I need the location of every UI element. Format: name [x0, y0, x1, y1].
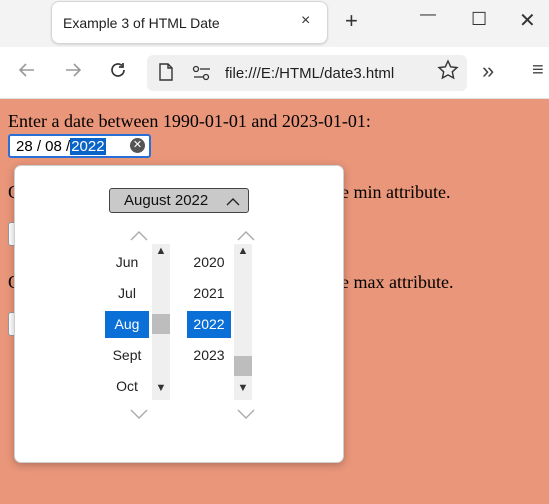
year-item-2020[interactable]: 2020 [187, 249, 231, 276]
month-item-sept[interactable]: Sept [105, 342, 149, 369]
year-item-2021[interactable]: 2021 [187, 280, 231, 307]
month-up-icon[interactable] [130, 228, 148, 246]
back-icon[interactable] [17, 60, 37, 86]
month-scroll-up-icon[interactable]: ▲ [152, 245, 170, 261]
star-icon[interactable] [437, 59, 459, 87]
close-window-button[interactable]: ✕ [519, 8, 536, 33]
forward-icon[interactable] [63, 60, 83, 86]
min-line-right: e min attribute. [341, 182, 451, 202]
year-scrollbar[interactable]: ▲ ▼ [234, 244, 252, 400]
address-bar[interactable]: file:///E:/HTML/date3.html [147, 55, 467, 91]
toolbar: file:///E:/HTML/date3.html » ≡ [0, 47, 549, 99]
url-text[interactable]: file:///E:/HTML/date3.html [225, 65, 394, 82]
month-year-toggle-button[interactable]: August 2022 [109, 188, 249, 213]
close-tab-icon[interactable]: × [301, 12, 310, 30]
overflow-icon[interactable]: » [482, 58, 494, 84]
year-scroll-down-icon[interactable]: ▼ [234, 382, 252, 398]
datepicker-popup: August 2022 Jun Jul Aug Sept Oct ▲ ▼ 202… [14, 165, 344, 463]
date-day-month[interactable]: 28 / 08 / [16, 138, 70, 155]
new-tab-button[interactable]: + [345, 8, 358, 34]
month-item-jun[interactable]: Jun [105, 249, 149, 276]
date-value[interactable]: 28 / 08 /2022 [16, 138, 106, 155]
year-item-2022[interactable]: 2022 [187, 311, 231, 338]
maximize-button[interactable]: ☐ [471, 9, 487, 30]
month-item-aug[interactable]: Aug [105, 311, 149, 338]
site-info-icon[interactable] [192, 65, 212, 86]
year-scroll-thumb[interactable] [234, 356, 252, 376]
month-item-oct[interactable]: Oct [105, 373, 149, 400]
month-down-icon[interactable] [130, 406, 148, 424]
year-scroll-up-icon[interactable]: ▲ [234, 245, 252, 261]
month-scrollbar[interactable]: ▲ ▼ [152, 244, 170, 400]
reload-icon[interactable] [108, 60, 128, 86]
menu-icon[interactable]: ≡ [532, 59, 544, 82]
month-item-jul[interactable]: Jul [105, 280, 149, 307]
month-year-label: August 2022 [124, 192, 209, 209]
tab-title: Example 3 of HTML Date [63, 15, 220, 31]
max-line-right: e max attribute. [341, 272, 454, 292]
chevron-up-icon [226, 194, 240, 211]
intro-text: Enter a date between 1990-01-01 and 2023… [8, 111, 371, 131]
minimize-button[interactable]: — [420, 6, 436, 24]
clear-icon[interactable]: ✕ [130, 138, 145, 153]
page-icon[interactable] [159, 63, 173, 86]
month-scroll-down-icon[interactable]: ▼ [152, 382, 170, 398]
year-item-2023[interactable]: 2023 [187, 342, 231, 369]
date-input[interactable]: 28 / 08 /2022 ✕ [8, 134, 151, 158]
year-down-icon[interactable] [237, 406, 255, 424]
month-scroll-thumb[interactable] [152, 314, 170, 334]
tab-bar: Example 3 of HTML Date × + — ☐ ✕ [0, 0, 549, 47]
date-year-segment[interactable]: 2022 [70, 138, 106, 155]
browser-tab[interactable]: Example 3 of HTML Date × [51, 1, 328, 44]
